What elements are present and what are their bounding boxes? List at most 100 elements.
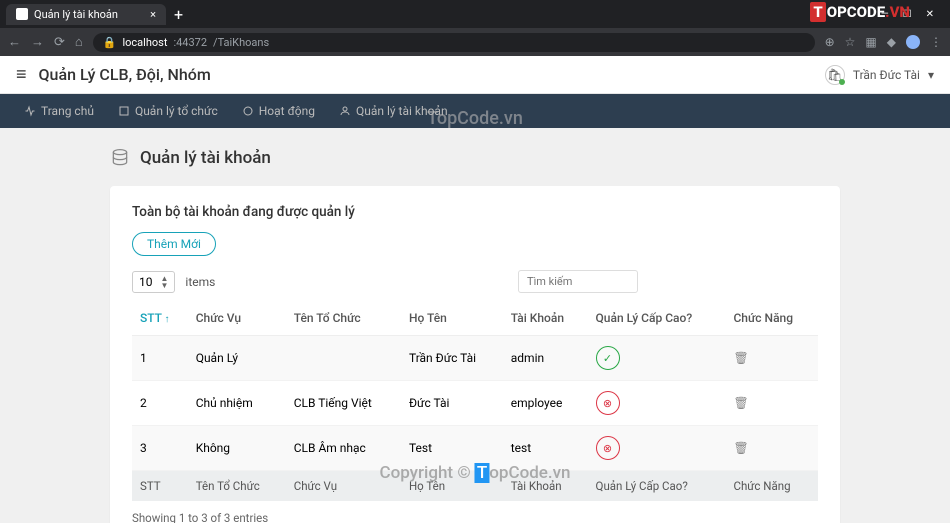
browser-chrome: Quản lý tài khoản × + — ☐ ✕ ← → ⟳ ⌂ 🔒 lo… xyxy=(0,0,950,56)
fcol: Chức Năng xyxy=(725,471,818,502)
nav-label: Quản lý tài khoản xyxy=(356,104,448,118)
fcol: Tài Khoản xyxy=(503,471,588,502)
user-menu[interactable]: 🛍 Trần Đức Tài ▾ xyxy=(825,65,934,85)
trash-icon[interactable]: 🗑 xyxy=(733,351,748,365)
cell-action: 🗑 xyxy=(725,381,818,426)
fcol: Chức Vụ xyxy=(286,471,401,502)
table-row: 3KhôngCLB Âm nhạcTesttest⊗🗑 xyxy=(132,426,818,471)
add-button[interactable]: Thêm Mới xyxy=(132,232,216,256)
accounts-table: STT Chức Vụ Tên Tổ Chức Họ Tên Tài Khoản… xyxy=(132,301,818,501)
col-capcao[interactable]: Quản Lý Cấp Cao? xyxy=(588,301,726,336)
table-controls: 10 ▲▼ items xyxy=(132,270,818,293)
table-header-row: STT Chức Vụ Tên Tổ Chức Họ Tên Tài Khoản… xyxy=(132,301,818,336)
url-host: localhost xyxy=(122,36,167,49)
cell-chucvu: Quản Lý xyxy=(188,336,286,381)
cell-capcao: ⊗ xyxy=(588,381,726,426)
page-size-select[interactable]: 10 ▲▼ xyxy=(132,271,175,293)
cell-taikhoan: test xyxy=(503,426,588,471)
close-window-icon[interactable]: ✕ xyxy=(926,9,934,20)
page-title: Quản lý tài khoản xyxy=(140,148,271,168)
tab-title: Quản lý tài khoản xyxy=(34,8,118,21)
nav-item-accounts[interactable]: Quản lý tài khoản xyxy=(327,94,460,128)
favicon-icon xyxy=(16,8,28,20)
stepper-arrows-icon: ▲▼ xyxy=(161,275,169,289)
cell-tochuc xyxy=(286,336,401,381)
page-heading: Quản lý tài khoản xyxy=(110,148,840,168)
reload-button[interactable]: ⟳ xyxy=(54,35,65,50)
card: Toàn bộ tài khoản đang được quản lý Thêm… xyxy=(110,186,840,523)
hamburger-icon[interactable]: ≡ xyxy=(16,64,27,85)
url-port: :44372 xyxy=(173,36,207,49)
nav-item-activity[interactable]: Hoạt động xyxy=(230,94,327,128)
status-ok-icon[interactable]: ✓ xyxy=(596,346,620,370)
cell-taikhoan: employee xyxy=(503,381,588,426)
url-input[interactable]: 🔒 localhost:44372/TaiKhoans xyxy=(93,33,815,52)
search-input[interactable] xyxy=(518,270,638,293)
trash-icon[interactable]: 🗑 xyxy=(733,441,748,455)
col-taikhoan[interactable]: Tài Khoản xyxy=(503,301,588,336)
layers-icon xyxy=(118,105,130,117)
new-tab-button[interactable]: + xyxy=(166,5,191,24)
col-tochuc[interactable]: Tên Tổ Chức xyxy=(286,301,401,336)
search-box xyxy=(518,270,638,293)
nav-menu: Trang chủ Quản lý tổ chức Hoạt động Quản… xyxy=(0,94,950,128)
cell-capcao: ⊗ xyxy=(588,426,726,471)
cell-stt: 2 xyxy=(132,381,188,426)
back-button[interactable]: ← xyxy=(8,34,21,50)
watermark-logo: TOPCODE.VN xyxy=(810,2,910,22)
user-name: Trần Đức Tài xyxy=(853,68,920,82)
cell-tochuc: CLB Âm nhạc xyxy=(286,426,401,471)
browser-tab[interactable]: Quản lý tài khoản × xyxy=(6,4,166,25)
nav-label: Quản lý tổ chức xyxy=(135,104,218,118)
menu-icon[interactable]: ⋮ xyxy=(930,35,942,49)
table-footer-row: STT Tên Tổ Chức Chức Vụ Họ Tên Tài Khoản… xyxy=(132,471,818,502)
cell-hoten: Đức Tài xyxy=(401,381,503,426)
cell-action: 🗑 xyxy=(725,336,818,381)
nav-item-org[interactable]: Quản lý tổ chức xyxy=(106,94,230,128)
address-bar: ← → ⟳ ⌂ 🔒 localhost:44372/TaiKhoans ⊕ ☆ … xyxy=(0,28,950,56)
ext-icon[interactable]: ▦ xyxy=(865,35,876,49)
nav-item-home[interactable]: Trang chủ xyxy=(12,94,106,128)
content-area: Quản lý tài khoản Toàn bộ tài khoản đang… xyxy=(0,128,950,523)
col-chucnang[interactable]: Chức Năng xyxy=(725,301,818,336)
cell-chucvu: Không xyxy=(188,426,286,471)
cell-action: 🗑 xyxy=(725,426,818,471)
fcol: STT xyxy=(132,471,188,502)
trash-icon[interactable]: 🗑 xyxy=(733,396,748,410)
app-header: ≡ Quản Lý CLB, Đội, Nhóm 🛍 Trần Đức Tài … xyxy=(0,56,950,94)
fcol: Họ Tên xyxy=(401,471,503,502)
items-label: items xyxy=(185,275,215,289)
status-no-icon[interactable]: ⊗ xyxy=(596,436,620,460)
table-row: 2Chủ nhiệmCLB Tiếng ViệtĐức Tàiemployee⊗… xyxy=(132,381,818,426)
nav-label: Hoạt động xyxy=(259,104,315,118)
chevron-down-icon: ▾ xyxy=(928,68,934,82)
extension-icons: ⊕ ☆ ▦ ◆ ⋮ xyxy=(825,35,942,49)
col-stt[interactable]: STT xyxy=(132,301,188,336)
fcol: Quản Lý Cấp Cao? xyxy=(588,471,726,502)
cell-taikhoan: admin xyxy=(503,336,588,381)
card-title: Toàn bộ tài khoản đang được quản lý xyxy=(132,204,818,220)
fcol: Tên Tổ Chức xyxy=(188,471,286,502)
profile-icon[interactable] xyxy=(906,35,920,49)
tab-bar: Quản lý tài khoản × + — ☐ ✕ xyxy=(0,0,950,28)
col-hoten[interactable]: Họ Tên xyxy=(401,301,503,336)
database-icon xyxy=(110,148,130,168)
cell-tochuc: CLB Tiếng Việt xyxy=(286,381,401,426)
status-no-icon[interactable]: ⊗ xyxy=(596,391,620,415)
close-tab-icon[interactable]: × xyxy=(150,8,156,21)
col-chucvu[interactable]: Chức Vụ xyxy=(188,301,286,336)
forward-button[interactable]: → xyxy=(31,34,44,50)
ext-icon[interactable]: ◆ xyxy=(887,35,896,49)
gear-icon xyxy=(242,105,254,117)
cell-stt: 1 xyxy=(132,336,188,381)
page-size-value: 10 xyxy=(139,275,153,289)
cell-stt: 3 xyxy=(132,426,188,471)
cart-icon: 🛍 xyxy=(825,65,845,85)
lock-icon: 🔒 xyxy=(103,36,117,49)
nav-label: Trang chủ xyxy=(41,104,94,118)
cell-hoten: Trần Đức Tài xyxy=(401,336,503,381)
star-icon[interactable]: ☆ xyxy=(845,35,856,49)
ext-icon[interactable]: ⊕ xyxy=(825,35,835,49)
table-row: 1Quản Lý Trần Đức Tàiadmin ✓ 🗑 xyxy=(132,336,818,381)
home-button[interactable]: ⌂ xyxy=(75,34,83,50)
